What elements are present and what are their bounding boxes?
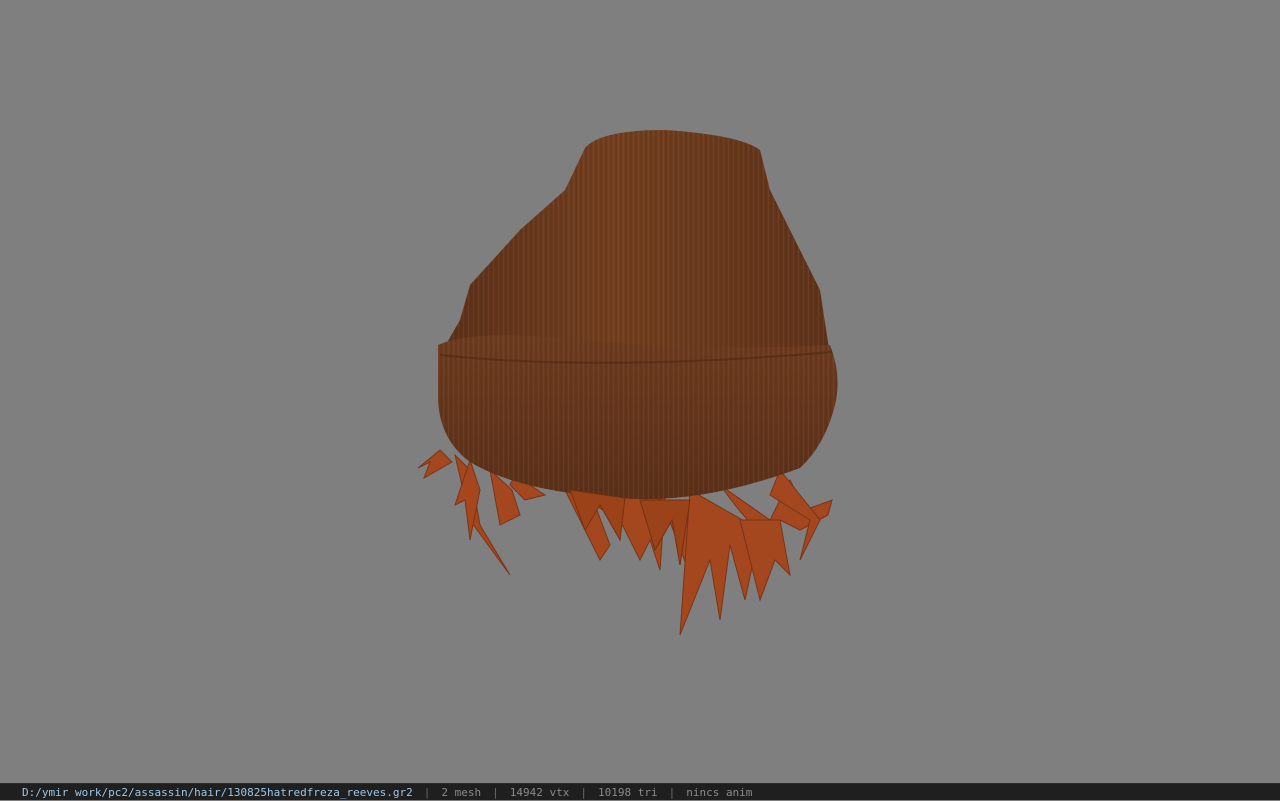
- mesh-count-label: 2 mesh: [441, 786, 482, 799]
- animation-status-label: nincs anim: [686, 786, 753, 799]
- model-render: [417, 130, 838, 636]
- separator: |: [668, 786, 676, 799]
- triangle-count-label: 10198 tri: [597, 786, 658, 799]
- status-bar: D:/ymir work/pc2/assassin/hair/130825hat…: [0, 783, 1280, 800]
- separator: |: [492, 786, 499, 799]
- separator: |: [580, 786, 587, 799]
- vertex-count-label: 14942 vtx: [509, 786, 570, 799]
- file-path-label: D:/ymir work/pc2/assassin/hair/130825hat…: [22, 786, 413, 799]
- 3d-viewport[interactable]: [0, 0, 1280, 783]
- separator: |: [423, 786, 431, 799]
